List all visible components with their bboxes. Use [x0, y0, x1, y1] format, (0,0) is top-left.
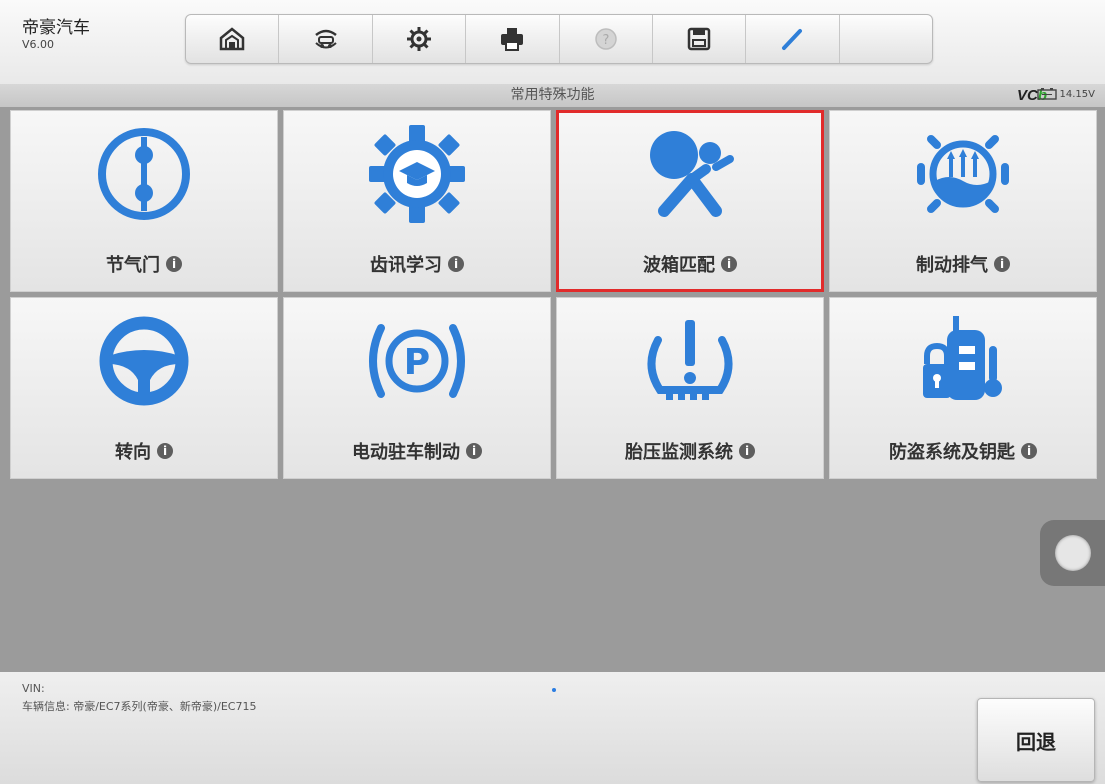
save-icon — [687, 27, 711, 51]
car-battery-icon — [1036, 88, 1057, 100]
vehicle-swap-button[interactable] — [279, 15, 373, 63]
pen-button[interactable] — [746, 15, 840, 63]
back-button[interactable]: 回退 — [977, 698, 1095, 782]
help-button[interactable]: ? — [560, 15, 653, 63]
airbag-icon — [650, 131, 734, 217]
main-toolbar: ? — [185, 14, 933, 64]
vci-text: VC — [1016, 87, 1038, 104]
vehicle-info: 车辆信息: 帝豪/EC7系列(帝豪、新帝豪)/EC715 — [22, 700, 257, 713]
info-icon[interactable]: i — [448, 256, 464, 272]
parking-brake-icon: P — [369, 324, 465, 398]
info-icon[interactable]: i — [466, 443, 482, 459]
toolbar-empty-slot — [840, 15, 932, 63]
info-icon[interactable]: i — [166, 256, 182, 272]
brand-name: 帝豪汽车 — [22, 18, 90, 38]
info-icon[interactable]: i — [157, 443, 173, 459]
home-icon — [219, 27, 245, 51]
function-tile-brake-bleed[interactable]: 制动排气 i — [829, 110, 1097, 292]
bottom-bar: VIN: 车辆信息: 帝豪/EC7系列(帝豪、新帝豪)/EC715 回退 — [0, 672, 1105, 784]
throttle-icon — [98, 128, 190, 220]
battery-voltage: 14.15V — [1059, 88, 1095, 100]
page-indicator-dot — [552, 688, 556, 692]
function-tile-immobilizer[interactable]: 防盗系统及钥匙 i — [829, 297, 1097, 479]
function-tile-gear-learning[interactable]: 齿讯学习 i — [283, 110, 551, 292]
vehicle-swap-icon — [314, 29, 337, 49]
tire-pressure-icon — [647, 320, 733, 400]
tile-label: 制动排气 — [916, 255, 988, 276]
tile-label: 节气门 — [106, 255, 160, 276]
pen-icon — [782, 29, 803, 50]
steering-wheel-icon — [99, 316, 189, 406]
tile-label: 电动驻车制动 — [352, 442, 460, 463]
function-tile-transmission-match[interactable]: 波箱匹配 i — [556, 110, 824, 292]
save-button[interactable] — [653, 15, 747, 63]
settings-gear-icon — [406, 27, 431, 51]
tile-label: 胎压监测系统 — [625, 442, 733, 463]
function-tile-parking-brake[interactable]: P 电动驻车制动 i — [283, 297, 551, 479]
print-icon — [501, 28, 524, 51]
info-icon[interactable]: i — [721, 256, 737, 272]
function-tile-tire-pressure[interactable]: 胎压监测系统 i — [556, 297, 824, 479]
gear-learning-icon — [369, 125, 465, 223]
svg-text:P: P — [404, 342, 430, 383]
page-title: 常用特殊功能 — [510, 87, 595, 103]
tile-label: 齿讯学习 — [370, 255, 442, 276]
function-grid: 节气门 i 齿讯学习 i 波箱匹配 i 制动排气 i 转向 i P 电动驻车制动 i 胎压监… — [10, 110, 1097, 482]
tile-label: 转向 — [115, 442, 151, 463]
function-tile-steering[interactable]: 转向 i — [10, 297, 278, 479]
function-tile-throttle[interactable]: 节气门 i — [10, 110, 278, 292]
brand-block: 帝豪汽车 V6.00 — [22, 18, 90, 52]
info-icon[interactable]: i — [739, 443, 755, 459]
battery-status: 14.15V — [1036, 88, 1095, 100]
help-icon: ? — [594, 28, 617, 50]
home-button[interactable] — [186, 15, 280, 63]
info-icon[interactable]: i — [1021, 443, 1037, 459]
floating-assist-button[interactable] — [1040, 520, 1105, 586]
vin-label: VIN: — [22, 682, 45, 695]
assist-dot-icon — [1054, 535, 1091, 571]
print-button[interactable] — [466, 15, 560, 63]
title-bar: 常用特殊功能 VCb 14.15V — [0, 84, 1105, 107]
settings-button[interactable] — [373, 15, 467, 63]
tile-label: 波箱匹配 — [643, 255, 715, 276]
info-icon[interactable]: i — [994, 256, 1010, 272]
tile-label: 防盗系统及钥匙 — [889, 442, 1015, 463]
svg-text:?: ? — [602, 33, 609, 48]
top-bar: 帝豪汽车 V6.00 ? — [0, 0, 1105, 85]
immobilizer-key-icon — [923, 316, 1002, 400]
brake-bleed-icon — [917, 135, 1009, 213]
app-version: V6.00 — [22, 38, 55, 51]
